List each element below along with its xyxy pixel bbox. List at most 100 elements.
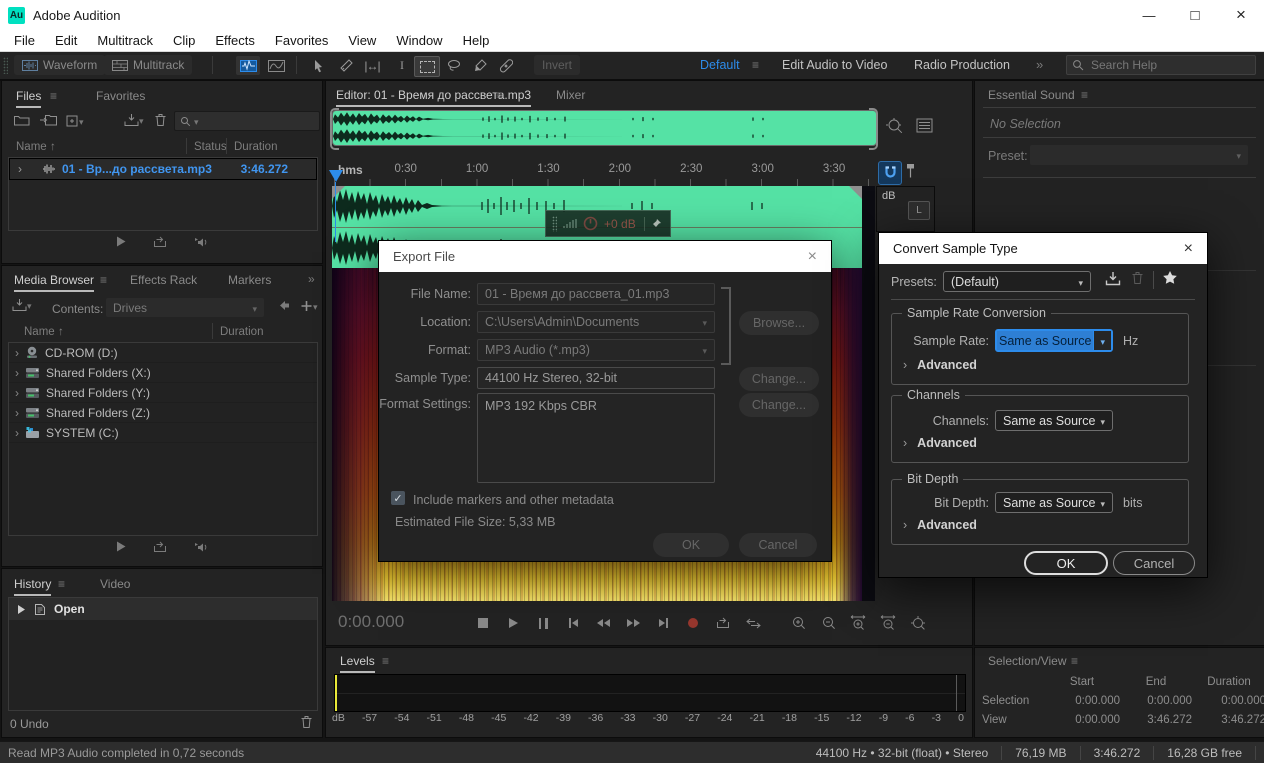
zoom-reset-button[interactable]	[906, 614, 932, 632]
menu-item[interactable]: Window	[386, 30, 452, 52]
menu-item[interactable]: Edit	[45, 30, 87, 52]
spot-healing-tool[interactable]	[494, 56, 518, 75]
expand-chevron-icon[interactable]	[15, 406, 19, 420]
play-icon[interactable]	[115, 540, 127, 553]
close-icon[interactable]	[808, 248, 817, 266]
marquee-selection-tool[interactable]	[414, 56, 440, 77]
media-col-duration[interactable]: Duration	[220, 326, 263, 338]
file-row[interactable]: 01 - Вр...до рассвета.mp3 3:46.272	[9, 158, 317, 180]
skip-to-start-button[interactable]	[560, 614, 586, 632]
tab-essential-sound[interactable]: Essential Sound	[988, 88, 1075, 102]
delete-preset-icon[interactable]	[1131, 271, 1144, 285]
loop-playback-button[interactable]	[710, 614, 736, 632]
convert-cancel-button[interactable]: Cancel	[1113, 551, 1195, 575]
essential-sound-menu-icon[interactable]	[1081, 88, 1088, 102]
menu-item[interactable]: Effects	[205, 30, 265, 52]
expand-chevron-icon[interactable]	[18, 162, 22, 176]
include-markers-checkbox[interactable]	[391, 491, 405, 505]
menu-item[interactable]: Clip	[163, 30, 205, 52]
zoom-out-horizontal-button[interactable]	[876, 614, 902, 632]
presets-dropdown[interactable]: (Default)	[943, 271, 1091, 292]
export-cancel-button[interactable]: Cancel	[739, 533, 817, 557]
play-icon[interactable]	[115, 235, 127, 248]
play-button[interactable]	[500, 614, 526, 632]
trash-icon[interactable]	[154, 113, 167, 127]
pin-icon[interactable]	[651, 218, 662, 229]
tab-video[interactable]: Video	[100, 577, 130, 591]
batch-export-icon[interactable]	[124, 113, 144, 127]
files-panel-menu-icon[interactable]	[50, 89, 57, 103]
expand-chevron-icon[interactable]	[15, 346, 19, 360]
maximize-button[interactable]	[1172, 0, 1218, 30]
workspace-tab-radio[interactable]: Radio Production	[914, 58, 1010, 72]
file-name[interactable]: 01 - Вр...до рассвета.mp3	[62, 162, 212, 176]
left-channel-button[interactable]: L	[908, 201, 930, 220]
tab-files[interactable]: Files	[16, 89, 41, 108]
location-dropdown[interactable]: C:\Users\Admin\Documents	[477, 311, 715, 333]
overview-strip[interactable]	[332, 110, 877, 146]
move-tool[interactable]	[306, 56, 330, 75]
file-name-field[interactable]: 01 - Время до рассвета_01.mp3	[477, 283, 715, 305]
tab-mixer[interactable]: Mixer	[556, 88, 585, 102]
show-waveform-toggle[interactable]	[236, 56, 260, 75]
menu-item[interactable]: Help	[453, 30, 500, 52]
files-col-status[interactable]: Status	[194, 141, 227, 153]
auto-play-speaker-icon[interactable]	[194, 541, 210, 553]
drive-row-y[interactable]: Shared Folders (Y:)	[9, 383, 317, 403]
export-ok-button[interactable]: OK	[653, 533, 729, 557]
channels-advanced[interactable]: Advanced	[903, 436, 977, 450]
view-start[interactable]: 0:00.000	[1044, 714, 1120, 726]
lasso-selection-tool[interactable]	[442, 56, 466, 75]
channels-dropdown[interactable]: Same as Source	[995, 410, 1113, 431]
menu-item[interactable]: Multitrack	[87, 30, 163, 52]
loop-playback-icon[interactable]	[153, 236, 168, 248]
overview-right-handle[interactable]	[869, 108, 878, 150]
auto-play-speaker-icon[interactable]	[194, 236, 210, 248]
media-col-name[interactable]: Name	[24, 326, 55, 338]
files-col-duration[interactable]: Duration	[234, 141, 277, 153]
tab-effects-rack[interactable]: Effects Rack	[130, 273, 197, 287]
expand-chevron-icon[interactable]	[15, 426, 19, 440]
waveform-view-button[interactable]: Waveform	[14, 55, 105, 75]
search-help-input[interactable]	[1089, 57, 1243, 73]
record-button[interactable]	[680, 614, 706, 632]
tab-favorites[interactable]: Favorites	[96, 89, 145, 103]
view-duration[interactable]: 3:46.272	[1192, 714, 1264, 726]
volume-knob-icon[interactable]	[583, 216, 598, 231]
show-spectral-toggle[interactable]	[264, 56, 288, 75]
tab-media-browser[interactable]: Media Browser	[14, 273, 94, 292]
hud-volume-value[interactable]: +0 dB	[604, 217, 636, 231]
import-icon[interactable]	[12, 298, 32, 312]
history-entry-open[interactable]: Open	[9, 598, 317, 620]
files-col-name[interactable]: Name	[16, 141, 47, 153]
workspace-menu-icon[interactable]	[752, 58, 759, 72]
sample-rate-advanced[interactable]: Advanced	[903, 358, 977, 372]
bit-depth-advanced[interactable]: Advanced	[903, 518, 977, 532]
loop-playback-icon[interactable]	[153, 541, 168, 553]
editor-menu-icon[interactable]	[496, 88, 503, 102]
bit-depth-dropdown[interactable]: Same as Source	[995, 492, 1113, 513]
more-workspaces-icon[interactable]	[1036, 57, 1043, 72]
selection-handle-topright[interactable]	[849, 186, 862, 199]
format-dropdown[interactable]: MP3 Audio (*.mp3)	[477, 339, 715, 361]
playhead-time[interactable]: 0:00.000	[338, 612, 404, 632]
slip-tool[interactable]	[360, 56, 384, 75]
menu-item[interactable]: Favorites	[265, 30, 338, 52]
menu-item[interactable]: View	[338, 30, 386, 52]
sample-rate-dropdown-button[interactable]	[1093, 331, 1111, 350]
zoom-in-horizontal-button[interactable]	[846, 614, 872, 632]
view-end[interactable]: 3:46.272	[1120, 714, 1192, 726]
tab-markers[interactable]: Markers	[228, 273, 271, 287]
tab-history[interactable]: History	[14, 577, 51, 596]
hud-grip-icon[interactable]	[552, 216, 557, 232]
convert-ok-button[interactable]: OK	[1024, 551, 1108, 575]
drive-row-z[interactable]: Shared Folders (Z:)	[9, 403, 317, 423]
expand-chevron-icon[interactable]	[15, 366, 19, 380]
pause-button[interactable]	[530, 614, 556, 632]
export-dialog-titlebar[interactable]: Export File	[379, 241, 831, 272]
preset-dropdown[interactable]	[1030, 145, 1248, 165]
more-tabs-icon[interactable]	[308, 272, 315, 286]
favorite-star-icon[interactable]	[1162, 270, 1178, 285]
invert-button[interactable]: Invert	[534, 55, 580, 75]
search-options-caret-icon[interactable]	[194, 114, 199, 128]
